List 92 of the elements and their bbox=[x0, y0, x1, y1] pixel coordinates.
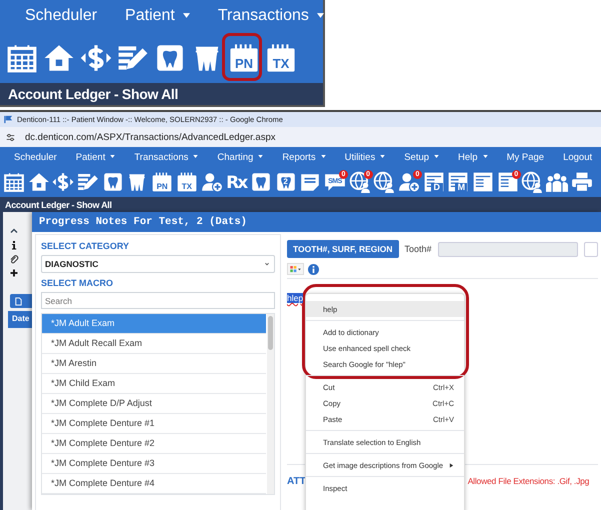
calendar-icon bbox=[3, 170, 25, 194]
toolbar-button[interactable]: M bbox=[447, 170, 470, 194]
macro-item[interactable]: *JM Child Exam bbox=[42, 374, 266, 394]
people-icon bbox=[546, 170, 568, 194]
scrollbar-thumb[interactable] bbox=[268, 316, 273, 350]
caret-icon bbox=[316, 13, 324, 18]
menu-item[interactable]: Patient bbox=[125, 7, 190, 25]
caret-icon bbox=[320, 155, 326, 158]
tooth-icon bbox=[102, 170, 124, 194]
menu-item[interactable]: Help bbox=[458, 152, 488, 162]
highlight-ring bbox=[222, 32, 262, 80]
toolbar-button[interactable]: D bbox=[422, 170, 445, 194]
toolbar-button[interactable] bbox=[373, 170, 396, 194]
menu-item[interactable]: Charting bbox=[217, 152, 264, 162]
menu-item[interactable]: Scheduler bbox=[14, 152, 57, 162]
caret-icon bbox=[258, 155, 264, 158]
tooth-icon bbox=[274, 170, 297, 194]
dollar-icon bbox=[52, 170, 74, 194]
toolbar-button[interactable] bbox=[3, 170, 25, 194]
info-icon[interactable] bbox=[9, 240, 19, 250]
macro-item[interactable]: *JM Complete Denture #2 bbox=[42, 434, 266, 454]
calendar-card-icon bbox=[176, 170, 198, 194]
document-icon bbox=[472, 170, 494, 194]
printer-icon bbox=[570, 170, 593, 194]
document-icon bbox=[496, 170, 519, 194]
submenu-arrow-icon bbox=[449, 462, 454, 468]
macro-item[interactable]: *JM Adult Exam bbox=[42, 314, 266, 334]
caret-icon bbox=[182, 13, 190, 18]
toolbar-button[interactable] bbox=[200, 170, 222, 194]
toolbar-button[interactable] bbox=[472, 170, 494, 194]
category-dropdown[interactable]: DIAGNOSTIC bbox=[41, 255, 275, 273]
person-icon bbox=[398, 170, 420, 194]
search-field[interactable]: Search bbox=[41, 292, 275, 309]
menu-item[interactable]: Transactions bbox=[218, 7, 324, 25]
document-icon bbox=[14, 296, 23, 306]
site-settings-icon[interactable] bbox=[6, 132, 15, 142]
menu-item[interactable]: Reports bbox=[282, 152, 326, 162]
tooth-input[interactable] bbox=[438, 242, 578, 256]
page-title: Account Ledger - Show All bbox=[0, 197, 601, 212]
globe-icon bbox=[373, 170, 396, 194]
menu-item[interactable]: Setup bbox=[404, 152, 440, 162]
toolbar-button[interactable] bbox=[102, 170, 124, 194]
caret-icon bbox=[434, 155, 440, 158]
color-picker-button[interactable] bbox=[287, 263, 304, 275]
caret-icon bbox=[193, 155, 198, 158]
macro-item[interactable]: *JM Complete D/P Adjust bbox=[42, 394, 266, 414]
tooth-icon bbox=[250, 170, 272, 194]
color-grid-icon bbox=[290, 266, 301, 272]
field-label: Tooth# bbox=[404, 244, 432, 254]
file-extensions-note: Allowed File Extensions: .Gif, .Jpg bbox=[468, 476, 590, 486]
macro-item[interactable]: *JM Arestin bbox=[42, 354, 266, 374]
toolbar-button[interactable] bbox=[521, 170, 544, 194]
misspelled-word: hlep bbox=[287, 293, 304, 303]
toolbar-button[interactable]: PN bbox=[228, 40, 260, 74]
menu-item[interactable]: Transactions bbox=[134, 152, 198, 162]
flag-icon bbox=[4, 115, 13, 124]
macro-item[interactable]: *JM Complete Denture #3 bbox=[42, 454, 266, 474]
toolbar-button[interactable] bbox=[570, 170, 593, 194]
person-icon bbox=[200, 170, 222, 194]
toolbar-button[interactable]: TX bbox=[265, 40, 297, 74]
dialog-title: Progress Notes For Test, 2 (Dats) bbox=[32, 212, 601, 232]
globe-icon bbox=[521, 170, 544, 194]
toolbar-button[interactable] bbox=[52, 170, 74, 194]
calendar-card-icon bbox=[151, 170, 174, 194]
toolbar-button[interactable]: TX bbox=[176, 170, 198, 194]
menu-item[interactable]: Scheduler bbox=[25, 7, 98, 25]
toolbar-button[interactable]: PN bbox=[151, 170, 174, 194]
plus-icon[interactable] bbox=[9, 268, 19, 278]
toolbar-button[interactable]: Rx bbox=[225, 170, 248, 194]
caret-icon bbox=[110, 155, 116, 158]
section-label: ATT bbox=[287, 476, 306, 486]
menu-item[interactable]: My Page bbox=[506, 152, 544, 162]
section-label: SELECT MACRO bbox=[41, 278, 114, 288]
toolbar-button[interactable] bbox=[546, 170, 568, 194]
toolbar-button[interactable]: 2 bbox=[274, 170, 297, 194]
tooth-surface-button[interactable]: TOOTH#, SURF, REGION bbox=[287, 240, 398, 258]
scrollbar[interactable] bbox=[267, 314, 274, 494]
document-button[interactable] bbox=[10, 294, 34, 308]
section-label: SELECT CATEGORY bbox=[41, 241, 130, 251]
macro-item[interactable]: *JM Complete Denture #4 bbox=[42, 474, 266, 494]
globe-icon bbox=[348, 170, 371, 194]
caret-icon bbox=[482, 155, 488, 158]
toolbar-button[interactable] bbox=[250, 170, 272, 194]
paperclip-icon[interactable] bbox=[9, 254, 19, 264]
page-title: Account Ledger - Show All bbox=[0, 83, 323, 105]
macro-item[interactable]: *JM Adult Recall Exam bbox=[42, 334, 266, 354]
menu-item[interactable]: Patient bbox=[76, 152, 116, 162]
chevron-down-icon bbox=[263, 260, 271, 268]
menu-item[interactable]: Logout bbox=[563, 152, 592, 162]
macro-item[interactable]: *JM Complete Denture #1 bbox=[42, 414, 266, 434]
menu-item[interactable]: Utilities bbox=[344, 152, 386, 162]
caret-icon bbox=[380, 155, 386, 158]
